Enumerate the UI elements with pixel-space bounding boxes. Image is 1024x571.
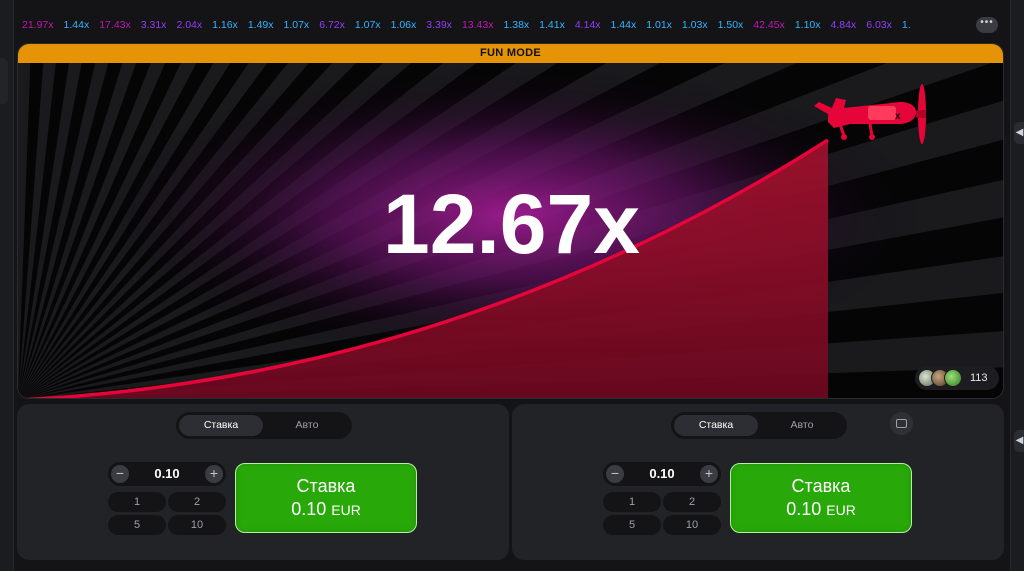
quick-amount-button[interactable]: 1 (108, 492, 166, 512)
history-multiplier[interactable]: 1.03x (682, 10, 708, 40)
history-multiplier[interactable]: 1.07x (355, 10, 381, 40)
chevron-left-icon[interactable]: ◀ (1014, 122, 1024, 144)
bet-button-label: Ставка (296, 476, 356, 496)
history-multiplier[interactable]: 1.44x (611, 10, 637, 40)
history-multiplier[interactable]: 1.38x (503, 10, 529, 40)
decrease-button[interactable]: − (606, 465, 624, 483)
quick-amount-button[interactable]: 5 (603, 515, 661, 535)
history-multiplier[interactable]: 4.14x (575, 10, 601, 40)
history-multiplier[interactable]: 1.01x (646, 10, 672, 40)
history-multiplier[interactable]: 3.39x (426, 10, 452, 40)
history-more-button[interactable]: ••• (976, 17, 998, 33)
svg-text:x: x (895, 111, 901, 122)
quick-amount-button[interactable]: 5 (108, 515, 166, 535)
bet-mode-tabs: Ставка Авто (671, 412, 847, 439)
right-side-panel: ◀ ◀ (1010, 0, 1024, 571)
currency-label: EUR (331, 502, 361, 518)
bet-button-amount: 0.10 EUR (236, 499, 416, 520)
history-multiplier[interactable]: 3.31x (141, 10, 167, 40)
quick-amount-button[interactable]: 1 (603, 492, 661, 512)
bet-button-amount: 0.10 EUR (731, 499, 911, 520)
bet-amount-stepper: − 0.10 + (108, 462, 226, 486)
place-bet-button[interactable]: Ставка 0.10 EUR (235, 463, 417, 533)
quick-amount-button[interactable]: 10 (663, 515, 721, 535)
increase-button[interactable]: + (205, 465, 223, 483)
multiplier-history: 21.97x 1.44x 17.43x 3.31x 2.04x 1.16x 1.49x 1.0… (22, 10, 977, 40)
history-multiplier[interactable]: 13.43x (462, 10, 494, 40)
history-multiplier[interactable]: 4.84x (831, 10, 857, 40)
bet-amount-input[interactable]: 0.10 (627, 462, 697, 486)
game-canvas: x FUN MODE 12.67x 113 (17, 43, 1004, 399)
history-multiplier[interactable]: 42.45x (753, 10, 785, 40)
history-multiplier[interactable]: 1.10x (795, 10, 821, 40)
history-multiplier[interactable]: 1.07x (284, 10, 310, 40)
place-bet-button[interactable]: Ставка 0.10 EUR (730, 463, 912, 533)
tab-bet[interactable]: Ставка (179, 415, 263, 436)
quick-amount-button[interactable]: 2 (663, 492, 721, 512)
current-multiplier: 12.67x (383, 177, 640, 271)
left-side-panel (0, 0, 14, 571)
bet-panel-2: Ставка Авто − 0.10 + 1 2 5 10 Ставка 0.1… (512, 404, 1004, 560)
history-multiplier[interactable]: 1.50x (718, 10, 744, 40)
history-multiplier[interactable]: 17.43x (99, 10, 131, 40)
history-multiplier[interactable]: 6.72x (319, 10, 345, 40)
game-app: ◀ ◀ 21.97x 1.44x 17.43x 3.31x 2.04x 1.16x 1.49… (0, 0, 1024, 571)
bet-amount-value: 0.10 (291, 499, 327, 519)
quick-amount-button[interactable]: 10 (168, 515, 226, 535)
remove-panel-button[interactable] (890, 412, 913, 435)
history-multiplier[interactable]: 6.03x (866, 10, 892, 40)
players-online[interactable]: 113 (915, 366, 999, 390)
bet-amount-input[interactable]: 0.10 (132, 462, 202, 486)
increase-button[interactable]: + (700, 465, 718, 483)
bet-button-label: Ставка (791, 476, 851, 496)
history-multiplier[interactable]: 1.16x (212, 10, 238, 40)
fun-mode-banner: FUN MODE (18, 44, 1003, 63)
tab-auto[interactable]: Авто (265, 415, 349, 436)
history-multiplier[interactable]: 2.04x (176, 10, 202, 40)
tab-bet[interactable]: Ставка (674, 415, 758, 436)
bet-amount-value: 0.10 (786, 499, 822, 519)
history-multiplier[interactable]: 1.41x (539, 10, 565, 40)
bet-panel-1: Ставка Авто − 0.10 + 1 2 5 10 Ставка 0.1… (17, 404, 509, 560)
avatar (944, 369, 962, 387)
bet-amount-stepper: − 0.10 + (603, 462, 721, 486)
decrease-button[interactable]: − (111, 465, 129, 483)
chevron-left-icon[interactable]: ◀ (1014, 430, 1024, 452)
quick-amount-button[interactable]: 2 (168, 492, 226, 512)
history-multiplier[interactable]: 1.44x (64, 10, 90, 40)
history-multiplier[interactable]: 1. (902, 10, 911, 40)
history-multiplier[interactable]: 1.06x (391, 10, 417, 40)
currency-label: EUR (826, 502, 856, 518)
bet-mode-tabs: Ставка Авто (176, 412, 352, 439)
history-multiplier[interactable]: 21.97x (22, 10, 54, 40)
history-multiplier[interactable]: 1.49x (248, 10, 274, 40)
tab-auto[interactable]: Авто (760, 415, 844, 436)
players-count: 113 (970, 372, 988, 384)
left-panel-tab[interactable] (0, 58, 8, 104)
